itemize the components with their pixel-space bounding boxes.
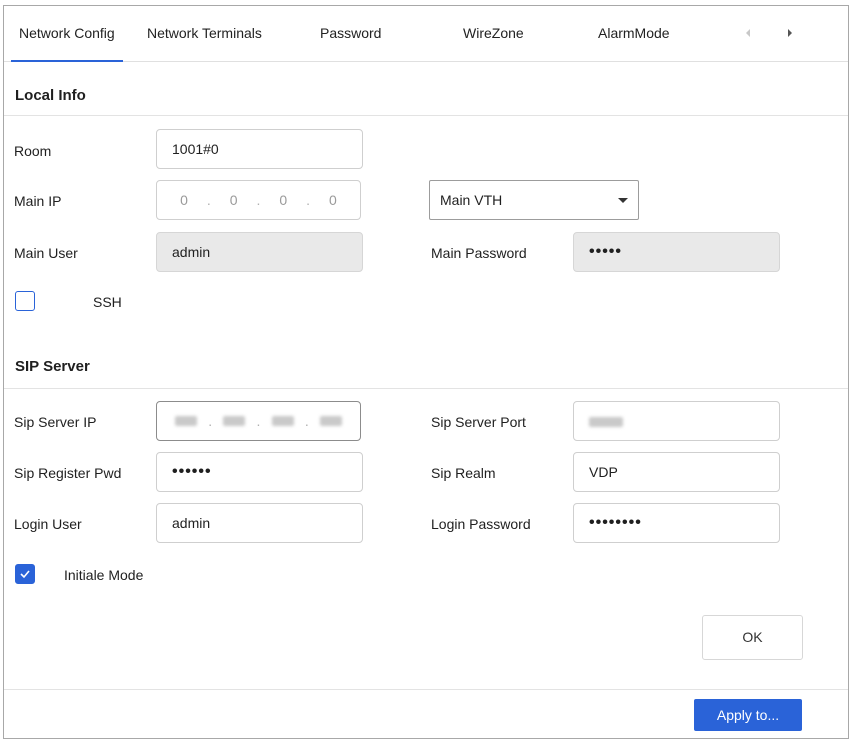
ip-octet-redacted[interactable] <box>175 416 197 426</box>
ip-octet-redacted[interactable] <box>271 416 294 426</box>
room-label: Room <box>14 143 52 159</box>
ip-octet[interactable]: 0 <box>274 192 292 208</box>
tab-alarmmode[interactable]: AlarmMode <box>598 6 670 61</box>
main-user-input: admin <box>156 232 363 272</box>
check-icon <box>20 570 30 579</box>
ssh-label: SSH <box>93 294 122 310</box>
ip-octet-redacted[interactable] <box>319 416 342 426</box>
login-password-input[interactable]: •••••••• <box>573 503 780 543</box>
initiale-mode-checkbox[interactable] <box>15 564 35 584</box>
main-device-value: Main VTH <box>440 192 503 208</box>
main-password-label: Main Password <box>431 245 527 261</box>
login-password-label: Login Password <box>431 516 531 532</box>
ok-button[interactable]: OK <box>702 615 803 660</box>
main-device-select[interactable]: Main VTH <box>429 180 639 220</box>
port-redacted <box>589 417 623 428</box>
section-title-local-info: Local Info <box>15 87 86 104</box>
sip-server-port-input[interactable] <box>573 401 780 441</box>
config-panel: Network Config Network Terminals Passwor… <box>3 5 849 739</box>
section-divider <box>4 115 848 116</box>
ip-octet[interactable]: 0 <box>175 192 193 208</box>
tab-password[interactable]: Password <box>320 6 381 61</box>
ssh-checkbox[interactable] <box>15 291 35 311</box>
ip-octet[interactable]: 0 <box>225 192 243 208</box>
ip-separator: . <box>206 192 211 208</box>
tab-network-config[interactable]: Network Config <box>11 6 123 62</box>
initiale-mode-label: Initiale Mode <box>64 567 144 583</box>
caret-right-icon[interactable] <box>782 25 798 41</box>
ip-octet[interactable]: 0 <box>324 192 342 208</box>
tab-wirezone[interactable]: WireZone <box>463 6 524 61</box>
sip-register-pwd-label: Sip Register Pwd <box>14 465 122 481</box>
caret-down-icon <box>618 198 628 203</box>
sip-realm-label: Sip Realm <box>431 465 496 481</box>
apply-to-button[interactable]: Apply to... <box>694 699 802 731</box>
sip-realm-input[interactable]: VDP <box>573 452 780 492</box>
ip-octet-redacted[interactable] <box>223 416 246 426</box>
chevron-left-icon[interactable] <box>740 25 756 41</box>
section-divider <box>4 388 848 389</box>
main-user-label: Main User <box>14 245 78 261</box>
login-user-label: Login User <box>14 516 82 532</box>
sip-server-ip-label: Sip Server IP <box>14 414 97 430</box>
section-title-sip-server: SIP Server <box>15 358 90 375</box>
ip-separator: . <box>208 413 213 429</box>
login-user-input[interactable]: admin <box>156 503 363 543</box>
main-password-input: ••••• <box>573 232 780 272</box>
ip-separator: . <box>306 192 311 208</box>
room-input[interactable]: 1001#0 <box>156 129 363 169</box>
main-ip-input[interactable]: 0 . 0 . 0 . 0 <box>156 180 361 220</box>
ip-separator: . <box>256 413 261 429</box>
ip-separator: . <box>256 192 261 208</box>
sip-server-port-label: Sip Server Port <box>431 414 526 430</box>
sip-register-pwd-input[interactable]: •••••• <box>156 452 363 492</box>
ip-separator: . <box>304 413 309 429</box>
main-ip-label: Main IP <box>14 193 62 209</box>
tab-network-terminals[interactable]: Network Terminals <box>147 6 262 61</box>
sip-server-ip-input[interactable]: . . . <box>156 401 361 441</box>
tab-bar: Network Config Network Terminals Passwor… <box>4 6 848 62</box>
footer-divider <box>4 689 848 690</box>
